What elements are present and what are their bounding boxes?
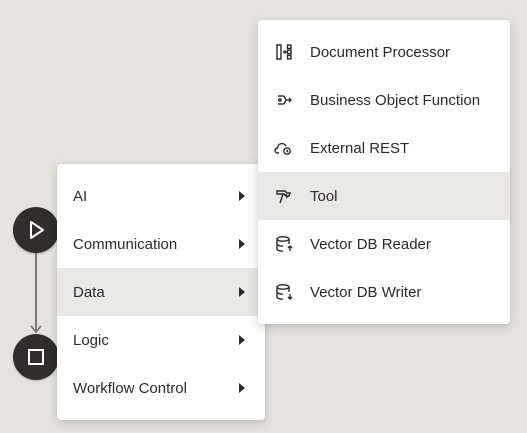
- start-node[interactable]: [13, 207, 59, 253]
- external-rest-icon: [274, 138, 294, 158]
- menu-item-communication[interactable]: Communication: [57, 220, 265, 268]
- submenu-item-tool[interactable]: Tool: [258, 172, 510, 220]
- caret-right-icon: [239, 335, 245, 345]
- submenu-item-document-processor[interactable]: Document Processor: [258, 28, 510, 76]
- node-category-menu: AI Communication Data Logic Workflow Con…: [57, 164, 265, 420]
- vector-db-writer-icon: [274, 282, 294, 302]
- menu-item-ai[interactable]: AI: [57, 172, 265, 220]
- submenu-item-label: Business Object Function: [310, 91, 481, 109]
- menu-item-logic[interactable]: Logic: [57, 316, 265, 364]
- menu-item-data[interactable]: Data: [57, 268, 265, 316]
- submenu-item-label: Vector DB Writer: [310, 283, 422, 301]
- caret-right-icon: [239, 239, 245, 249]
- submenu-item-vector-db-reader[interactable]: Vector DB Reader: [258, 220, 510, 268]
- stop-icon: [28, 349, 44, 365]
- caret-right-icon: [239, 383, 245, 393]
- menu-item-label: AI: [73, 187, 88, 205]
- menu-item-label: Logic: [73, 331, 109, 349]
- submenu-item-vector-db-writer[interactable]: Vector DB Writer: [258, 268, 510, 316]
- menu-item-label: Data: [73, 283, 105, 301]
- vector-db-reader-icon: [274, 234, 294, 254]
- caret-right-icon: [239, 287, 245, 297]
- menu-item-workflow-control[interactable]: Workflow Control: [57, 364, 265, 412]
- end-node[interactable]: [13, 334, 59, 380]
- submenu-item-business-object-function[interactable]: Business Object Function: [258, 76, 510, 124]
- submenu-item-label: Document Processor: [310, 43, 451, 61]
- menu-item-label: Communication: [73, 235, 178, 253]
- document-processor-icon: [274, 42, 294, 62]
- tool-icon: [274, 186, 294, 206]
- submenu-item-label: Tool: [310, 187, 338, 205]
- flow-connector-line: [35, 252, 37, 330]
- workflow-canvas: { "canvas": { "background_color": "#e6e3…: [0, 0, 527, 433]
- submenu-item-external-rest[interactable]: External REST: [258, 124, 510, 172]
- menu-item-label: Workflow Control: [73, 379, 187, 397]
- data-submenu: Document Processor Business Object Funct…: [258, 20, 510, 324]
- business-object-function-icon: [274, 90, 294, 110]
- play-icon: [30, 221, 44, 239]
- caret-right-icon: [239, 191, 245, 201]
- submenu-item-label: External REST: [310, 139, 410, 157]
- submenu-item-label: Vector DB Reader: [310, 235, 431, 253]
